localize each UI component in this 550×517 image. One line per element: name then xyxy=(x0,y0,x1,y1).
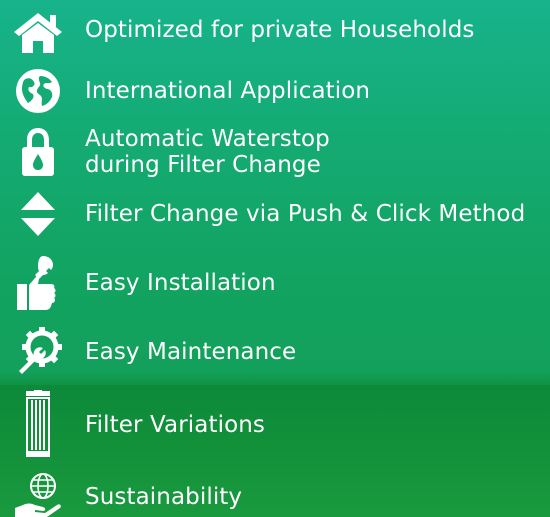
feature-label: Easy Maintenance xyxy=(85,339,297,365)
feature-item-international: International Application xyxy=(0,68,550,114)
feature-item-maintenance: Easy Maintenance xyxy=(0,326,550,376)
feature-item-waterstop: Automatic Waterstop during Filter Change xyxy=(0,124,550,180)
feature-label: International Application xyxy=(85,78,371,104)
feature-label: Filter Variations xyxy=(85,412,265,438)
feature-item-filter-variations: Filter Variations xyxy=(0,390,550,460)
feature-item-installation: Easy Installation xyxy=(0,252,550,314)
feature-label: Easy Installation xyxy=(85,270,276,296)
thumbs-up-wrench-icon xyxy=(10,254,66,312)
house-icon xyxy=(10,10,66,54)
padlock-drop-icon xyxy=(10,126,66,178)
feature-item-push-click: Filter Change via Push & Click Method xyxy=(0,190,550,238)
feature-item-sustainability: Sustainability xyxy=(0,470,550,517)
globe-icon xyxy=(10,68,66,114)
feature-label: Optimized for private Households xyxy=(85,17,475,43)
feature-label-line1: Automatic Waterstop xyxy=(85,126,330,152)
feature-label: Automatic Waterstop during Filter Change xyxy=(85,126,330,178)
filter-cartridge-icon xyxy=(10,390,66,458)
feature-label: Sustainability xyxy=(85,484,243,510)
hand-globe-icon xyxy=(10,472,66,517)
feature-label: Filter Change via Push & Click Method xyxy=(85,201,526,227)
feature-item-households: Optimized for private Households xyxy=(0,8,550,54)
up-down-arrows-icon xyxy=(10,190,66,238)
gear-wrench-icon xyxy=(10,326,66,376)
feature-label-line2: during Filter Change xyxy=(85,152,321,178)
